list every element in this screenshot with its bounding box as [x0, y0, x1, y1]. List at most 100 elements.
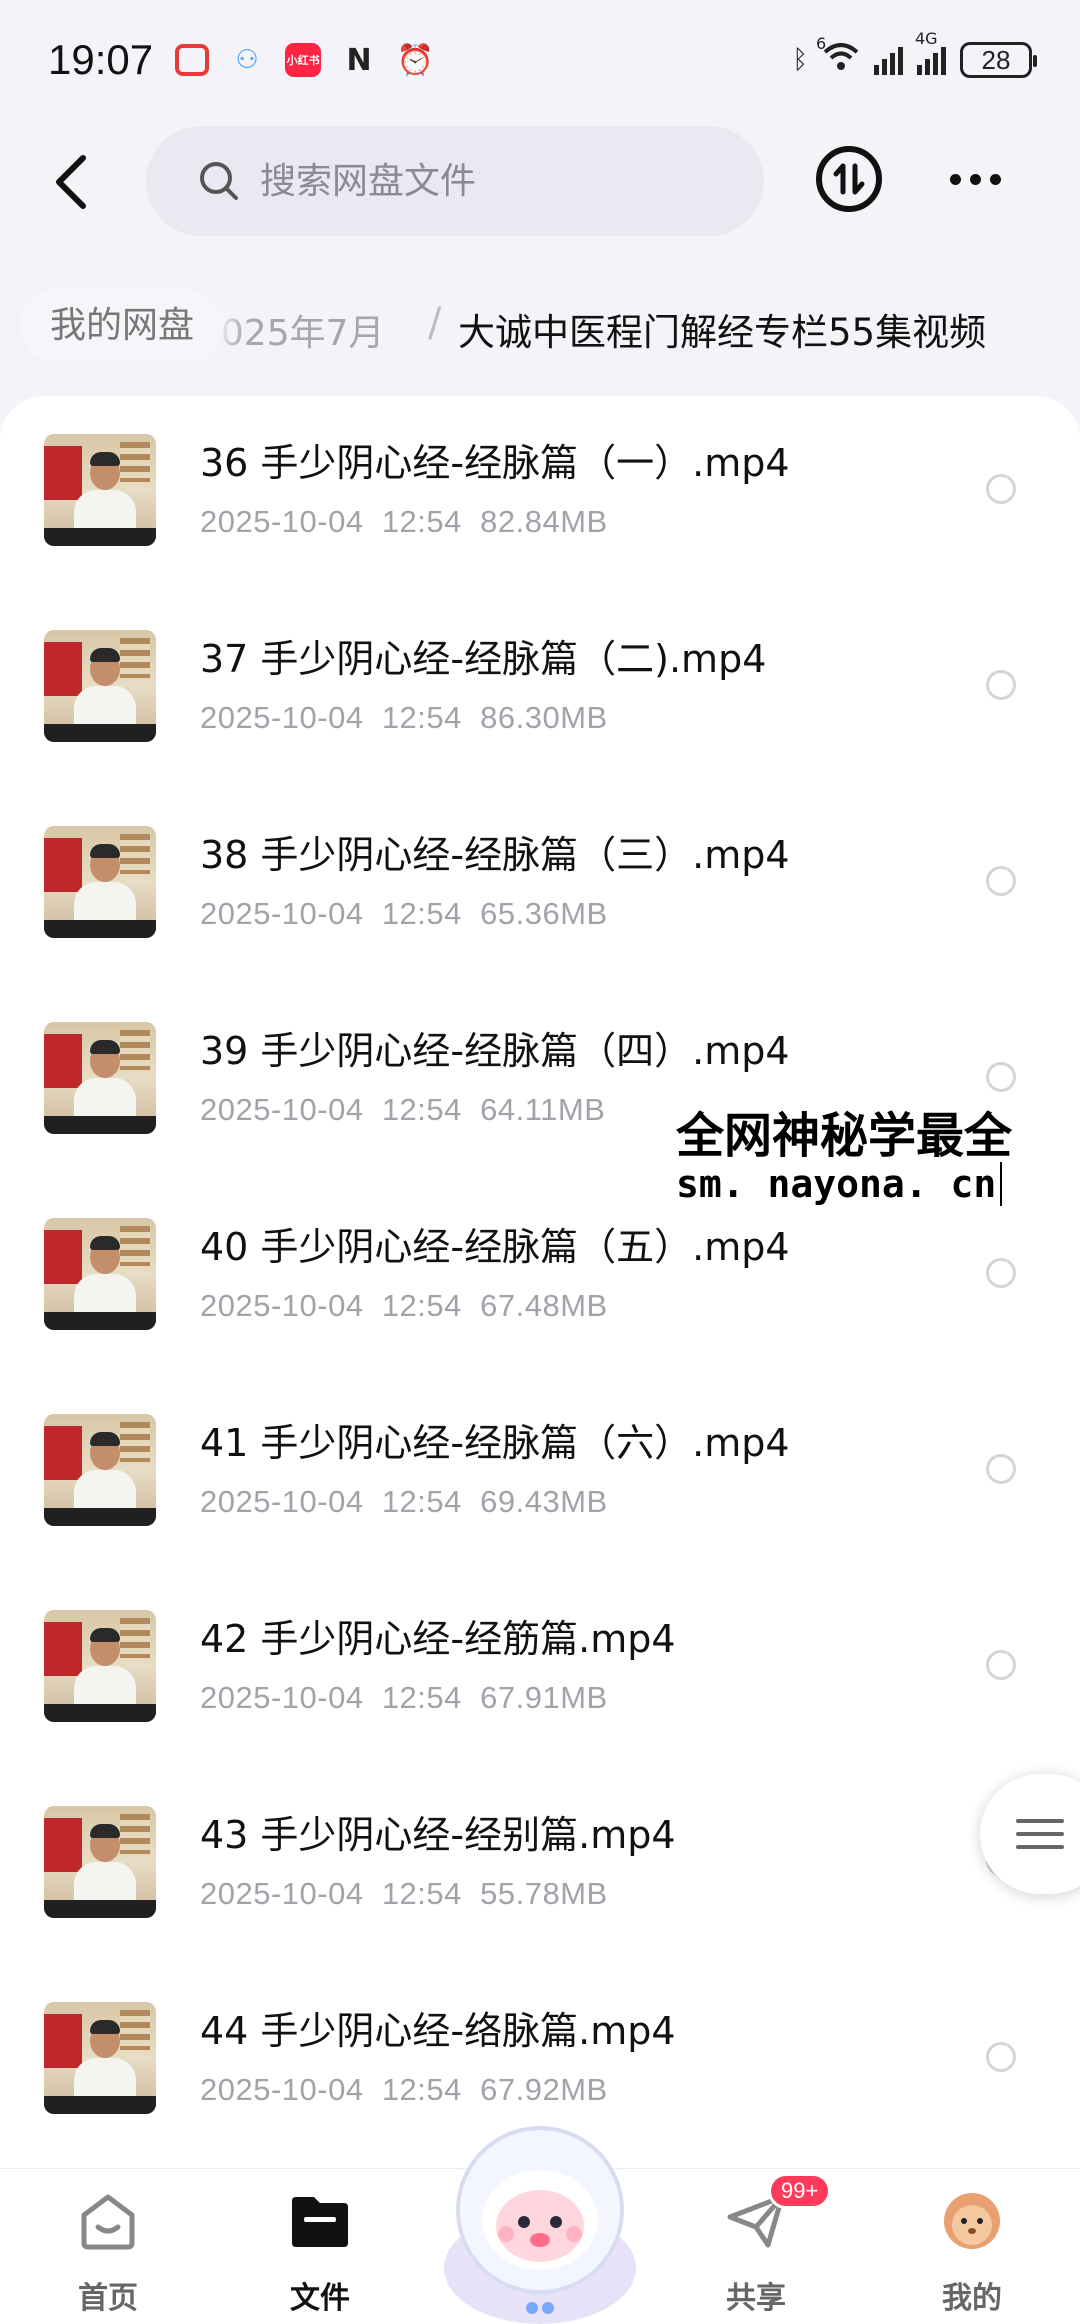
file-size: 67.92MB	[480, 2072, 608, 2107]
select-checkbox[interactable]	[986, 1062, 1016, 1092]
file-size: 67.48MB	[480, 1288, 608, 1323]
network-label: 4G	[915, 29, 938, 48]
file-time: 12:54	[381, 896, 462, 931]
video-thumbnail	[44, 2002, 156, 2114]
cloud-dots-app-icon: ⚇	[235, 45, 259, 75]
breadcrumb-current: 大诚中医程门解经专栏55集视频	[458, 311, 987, 354]
status-indicators: ᛒ 6 4G 28	[792, 29, 1037, 79]
file-time: 12:54	[381, 700, 462, 735]
file-name: 40 手少阴心经-经脉篇（五）.mp4	[200, 1225, 790, 1269]
select-checkbox[interactable]	[986, 670, 1016, 700]
video-thumbnail	[44, 1022, 156, 1134]
breadcrumb-root[interactable]: 我的网盘	[20, 290, 225, 362]
astronaut-mascot-icon	[444, 2126, 636, 2324]
file-name: 37 手少阴心经-经脉篇（二).mp4	[200, 637, 767, 681]
file-time: 12:54	[381, 1288, 462, 1323]
file-date: 2025-10-04	[200, 2072, 364, 2107]
assistant-mascot-button[interactable]	[434, 2112, 646, 2324]
select-checkbox[interactable]	[986, 474, 1016, 504]
file-date: 2025-10-04	[200, 504, 364, 539]
file-size: 82.84MB	[480, 504, 608, 539]
file-row[interactable]: 43 手少阴心经-经别篇.mp4 2025-10-04 12:54 55.78M…	[0, 1786, 1080, 1982]
file-time: 12:54	[381, 1484, 462, 1519]
file-row[interactable]: 40 手少阴心经-经脉篇（五）.mp4 2025-10-04 12:54 67.…	[0, 1198, 1080, 1394]
file-time: 12:54	[381, 1680, 462, 1715]
file-meta: 2025-10-04 12:54 82.84MB	[200, 504, 608, 540]
home-icon	[81, 2194, 135, 2250]
watermark-overlay: 全网神秘学最全 sm. nayona. cn	[672, 1096, 1080, 1216]
file-date: 2025-10-04	[200, 1680, 364, 1715]
video-thumbnail	[44, 826, 156, 938]
search-icon	[200, 162, 238, 200]
breadcrumb-parent[interactable]: 2025年7月	[198, 304, 385, 356]
file-date: 2025-10-04	[200, 1288, 364, 1323]
file-meta: 2025-10-04 12:54 69.43MB	[200, 1484, 608, 1520]
video-thumbnail	[44, 1218, 156, 1330]
file-row[interactable]: 42 手少阴心经-经筋篇.mp4 2025-10-04 12:54 67.91M…	[0, 1590, 1080, 1786]
select-checkbox[interactable]	[986, 866, 1016, 896]
select-checkbox[interactable]	[986, 1650, 1016, 1680]
nav-label: 首页	[78, 2281, 138, 2316]
file-row[interactable]: 37 手少阴心经-经脉篇（二).mp4 2025-10-04 12:54 86.…	[0, 610, 1080, 806]
file-meta: 2025-10-04 12:54 55.78MB	[200, 1876, 608, 1912]
file-time: 12:54	[381, 1876, 462, 1911]
share-badge: 99+	[768, 2173, 832, 2209]
nfc-icon: N	[346, 42, 372, 78]
file-date: 2025-10-04	[200, 1484, 364, 1519]
folder-icon	[292, 2197, 348, 2247]
file-row[interactable]: 38 手少阴心经-经脉篇（三）.mp4 2025-10-04 12:54 65.…	[0, 806, 1080, 1002]
file-size: 69.43MB	[480, 1484, 608, 1519]
file-meta: 2025-10-04 12:54 67.91MB	[200, 1680, 608, 1716]
transfer-list-button[interactable]	[816, 146, 882, 212]
top-bar	[0, 126, 1080, 238]
video-thumbnail	[44, 434, 156, 546]
watermark-line2: sm. nayona. cn	[676, 1162, 1003, 1206]
file-name: 38 手少阴心经-经脉篇（三）.mp4	[200, 833, 790, 877]
file-name: 42 手少阴心经-经筋篇.mp4	[200, 1617, 676, 1661]
video-thumbnail	[44, 1610, 156, 1722]
battery-indicator: 28	[960, 42, 1037, 78]
file-name: 41 手少阴心经-经脉篇（六）.mp4	[200, 1421, 790, 1465]
select-checkbox[interactable]	[986, 1454, 1016, 1484]
signal-icon	[874, 45, 903, 75]
nav-home[interactable]: 首页	[28, 2169, 188, 2324]
file-meta: 2025-10-04 12:54 67.48MB	[200, 1288, 608, 1324]
watermark-line1: 全网神秘学最全	[676, 1108, 1013, 1164]
file-row[interactable]: 41 手少阴心经-经脉篇（六）.mp4 2025-10-04 12:54 69.…	[0, 1394, 1080, 1590]
chevron-left-icon	[56, 155, 86, 209]
nav-label: 文件	[290, 2281, 350, 2316]
file-name: 43 手少阴心经-经别篇.mp4	[200, 1813, 676, 1857]
select-checkbox[interactable]	[986, 1258, 1016, 1288]
nav-label: 我的	[942, 2281, 1002, 2316]
search-input[interactable]	[260, 160, 700, 202]
nav-mine[interactable]: 我的	[892, 2169, 1052, 2324]
wifi-icon: 6	[816, 34, 860, 79]
file-size: 67.91MB	[480, 1680, 608, 1715]
search-bar[interactable]	[146, 126, 764, 236]
select-checkbox[interactable]	[986, 2042, 1016, 2072]
file-meta: 2025-10-04 12:54 64.11MB	[200, 1092, 605, 1128]
status-bar: 19:07 ⚇ 小红书 N ⏰ ᛒ 6 4G 28	[0, 0, 1080, 120]
breadcrumb-separator: /	[428, 300, 442, 346]
file-name: 39 手少阴心经-经脉篇（四）.mp4	[200, 1029, 790, 1073]
network-4g-icon: 4G	[915, 29, 946, 75]
back-button[interactable]	[40, 150, 100, 214]
red-square-app-icon	[175, 44, 210, 76]
file-date: 2025-10-04	[200, 700, 364, 735]
nav-share[interactable]: 99+ 共享	[676, 2169, 836, 2324]
bluetooth-icon: ᛒ	[792, 45, 808, 75]
file-time: 12:54	[381, 2072, 462, 2107]
file-meta: 2025-10-04 12:54 86.30MB	[200, 700, 608, 736]
file-row[interactable]: 36 手少阴心经-经脉篇（一）.mp4 2025-10-04 12:54 82.…	[0, 414, 1080, 610]
alarm-icon: ⏰	[396, 42, 434, 78]
nav-files[interactable]: 文件	[240, 2169, 400, 2324]
file-name: 36 手少阴心经-经脉篇（一）.mp4	[200, 441, 790, 485]
file-meta: 2025-10-04 12:54 65.36MB	[200, 896, 608, 932]
more-options-button[interactable]	[940, 156, 1010, 202]
xiaohongshu-app-icon: 小红书	[285, 43, 322, 77]
file-meta: 2025-10-04 12:54 67.92MB	[200, 2072, 608, 2108]
breadcrumb: 2025年7月 我的网盘 / 大诚中医程门解经专栏55集视频	[0, 286, 1080, 366]
status-time: 19:07	[48, 36, 154, 83]
status-app-icons: ⚇ 小红书 N ⏰	[175, 42, 434, 78]
file-size: 64.11MB	[480, 1092, 606, 1127]
